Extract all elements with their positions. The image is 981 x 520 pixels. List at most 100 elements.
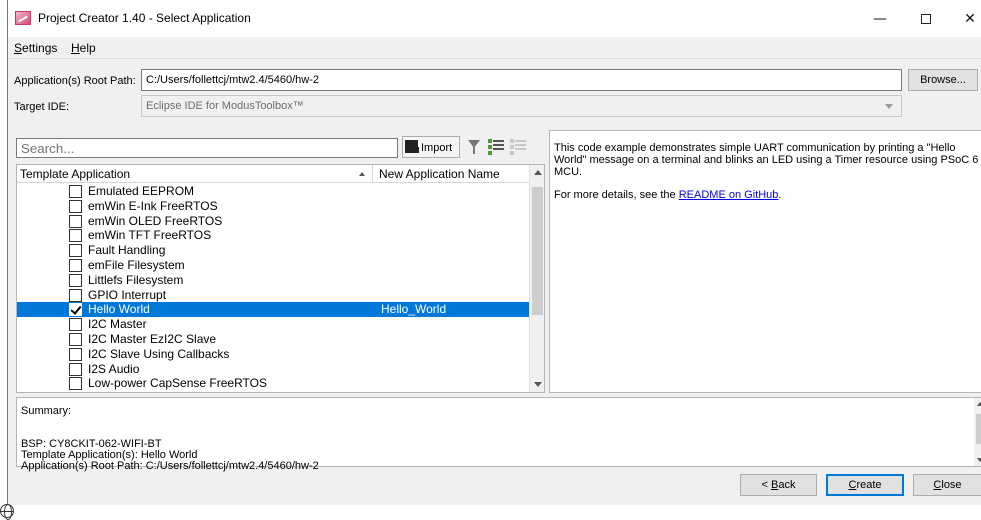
table-row[interactable]: emFile Filesystem — [17, 258, 529, 273]
row-checkbox[interactable] — [69, 347, 82, 361]
maximize-icon — [921, 14, 931, 24]
app-icon — [15, 11, 31, 25]
search-input[interactable] — [16, 138, 398, 158]
row-template-name: emWin OLED FreeRTOS — [88, 213, 223, 228]
row-checkbox[interactable] — [69, 377, 82, 391]
project-creator-window: Project Creator 1.40 - Select Applicatio… — [7, 0, 981, 505]
row-checkbox[interactable] — [69, 362, 82, 376]
import-label: Import — [421, 142, 453, 154]
row-template-name: I2C Master EzI2C Slave — [88, 331, 217, 346]
maximize-button[interactable] — [906, 6, 946, 32]
title-bar: Project Creator 1.40 - Select Applicatio… — [8, 0, 981, 37]
row-checkbox[interactable] — [69, 199, 82, 213]
scroll-thumb[interactable] — [976, 414, 981, 444]
summary-root-path: Application(s) Root Path: C:/Users/folle… — [21, 460, 319, 472]
table-row[interactable]: I2C Master — [17, 317, 529, 332]
menu-help-mnemonic: H — [71, 41, 80, 55]
template-table: Template Application New Application Nam… — [16, 164, 545, 393]
browse-button[interactable]: Browse... — [908, 69, 978, 91]
row-checkbox[interactable] — [69, 258, 82, 272]
row-template-name: Littlefs Filesystem — [88, 272, 184, 287]
scroll-up-icon[interactable] — [977, 402, 981, 406]
column-template-application[interactable]: Template Application — [20, 167, 130, 181]
menu-help-label: elp — [79, 41, 96, 55]
select-all-icon[interactable] — [488, 138, 504, 155]
close-label: lose — [941, 479, 962, 491]
import-button[interactable]: Import — [402, 136, 460, 158]
menu-bar: Settings Help — [8, 37, 981, 59]
table-row[interactable]: Fault Handling — [17, 243, 529, 258]
row-template-name: I2C Slave Using Callbacks — [88, 346, 230, 361]
import-icon — [405, 140, 419, 153]
root-path-input[interactable]: C:/Users/follettcj/mtw2.4/5460/hw-2 — [141, 69, 902, 91]
row-template-name: Hello World — [88, 302, 150, 317]
table-row[interactable]: Low-power CapSense FreeRTOS — [17, 376, 529, 391]
row-checkbox[interactable] — [69, 229, 82, 243]
row-checkbox[interactable] — [69, 303, 82, 317]
column-new-application-name[interactable]: New Application Name — [379, 167, 500, 181]
filter-icon[interactable] — [468, 140, 480, 154]
row-template-name: Emulated EEPROM — [88, 184, 195, 198]
row-template-name: emWin TFT FreeRTOS — [88, 228, 212, 243]
row-app-name[interactable]: Hello_World — [381, 302, 446, 316]
table-row[interactable]: emWin OLED FreeRTOS — [17, 214, 529, 229]
globe-icon — [0, 504, 14, 520]
description-panel: This code example demonstrates simple UA… — [549, 130, 981, 393]
description-text: This code example demonstrates simple UA… — [554, 142, 979, 178]
menu-settings-label: ettings — [22, 41, 58, 55]
scroll-down-icon[interactable] — [977, 458, 981, 462]
row-checkbox[interactable] — [69, 332, 82, 346]
readme-suffix: . — [778, 189, 782, 201]
window-title: Project Creator 1.40 - Select Applicatio… — [38, 11, 251, 25]
back-prefix: < — [761, 479, 771, 491]
target-ide-label: Target IDE: — [14, 101, 70, 113]
table-row[interactable]: Hello World Hello_World — [17, 302, 529, 318]
summary-panel: Summary: BSP: CY8CKIT-062-WIFI-BT Templa… — [16, 397, 981, 472]
create-label: reate — [856, 479, 882, 491]
scroll-down-icon[interactable] — [534, 382, 542, 387]
readme-prefix: For more details, see the — [554, 189, 679, 201]
template-list: Emulated EEPROM emWin E-Ink FreeRTOS emWin… — [17, 184, 529, 391]
table-row[interactable]: emWin TFT FreeRTOS — [17, 228, 529, 243]
scroll-up-icon[interactable] — [534, 170, 542, 175]
row-template-name: Low-power CapSense FreeRTOS — [88, 376, 267, 391]
deselect-all-icon[interactable] — [510, 138, 526, 155]
row-template-name: GPIO Interrupt — [88, 287, 167, 302]
readme-link[interactable]: README on GitHub — [679, 189, 779, 201]
create-button[interactable]: Create — [826, 474, 904, 496]
table-row[interactable]: Emulated EEPROM — [17, 184, 529, 199]
row-template-name: emWin E-Ink FreeRTOS — [88, 198, 218, 213]
readme-paragraph: For more details, see the README on GitH… — [554, 189, 981, 201]
table-row[interactable]: I2C Slave Using Callbacks — [17, 347, 529, 362]
target-ide-select[interactable]: Eclipse IDE for ModusToolbox™ — [141, 95, 902, 117]
minimize-button[interactable]: — — [860, 6, 900, 32]
row-checkbox[interactable] — [69, 244, 82, 258]
row-template-name: emFile Filesystem — [88, 257, 185, 272]
table-scrollbar[interactable] — [529, 165, 544, 392]
table-row[interactable]: I2C Master EzI2C Slave — [17, 332, 529, 347]
menu-settings[interactable]: Settings — [14, 41, 57, 55]
menu-settings-mnemonic: S — [14, 41, 23, 55]
column-divider[interactable] — [372, 165, 373, 183]
table-header: Template Application New Application Nam… — [17, 165, 529, 183]
row-template-name: I2C Master — [88, 317, 147, 332]
row-checkbox[interactable] — [69, 273, 82, 287]
table-row[interactable]: Littlefs Filesystem — [17, 273, 529, 288]
row-template-name: I2S Audio — [88, 361, 140, 376]
back-label: ack — [778, 479, 796, 491]
scroll-thumb[interactable] — [532, 187, 543, 315]
row-checkbox[interactable] — [69, 318, 82, 332]
table-row[interactable]: I2S Audio — [17, 362, 529, 377]
table-row[interactable]: GPIO Interrupt — [17, 288, 529, 303]
close-button[interactable]: Close — [913, 474, 981, 496]
row-template-name: Fault Handling — [88, 243, 166, 258]
back-button[interactable]: < Back — [740, 474, 817, 496]
table-row[interactable]: emWin E-Ink FreeRTOS — [17, 199, 529, 214]
close-window-button[interactable]: ✕ — [950, 6, 981, 32]
row-checkbox[interactable] — [69, 214, 82, 228]
target-ide-value: Eclipse IDE for ModusToolbox™ — [146, 100, 304, 112]
row-checkbox[interactable] — [69, 288, 82, 302]
row-checkbox[interactable] — [69, 185, 82, 198]
menu-help[interactable]: Help — [71, 41, 96, 55]
summary-scrollbar[interactable] — [974, 398, 981, 466]
